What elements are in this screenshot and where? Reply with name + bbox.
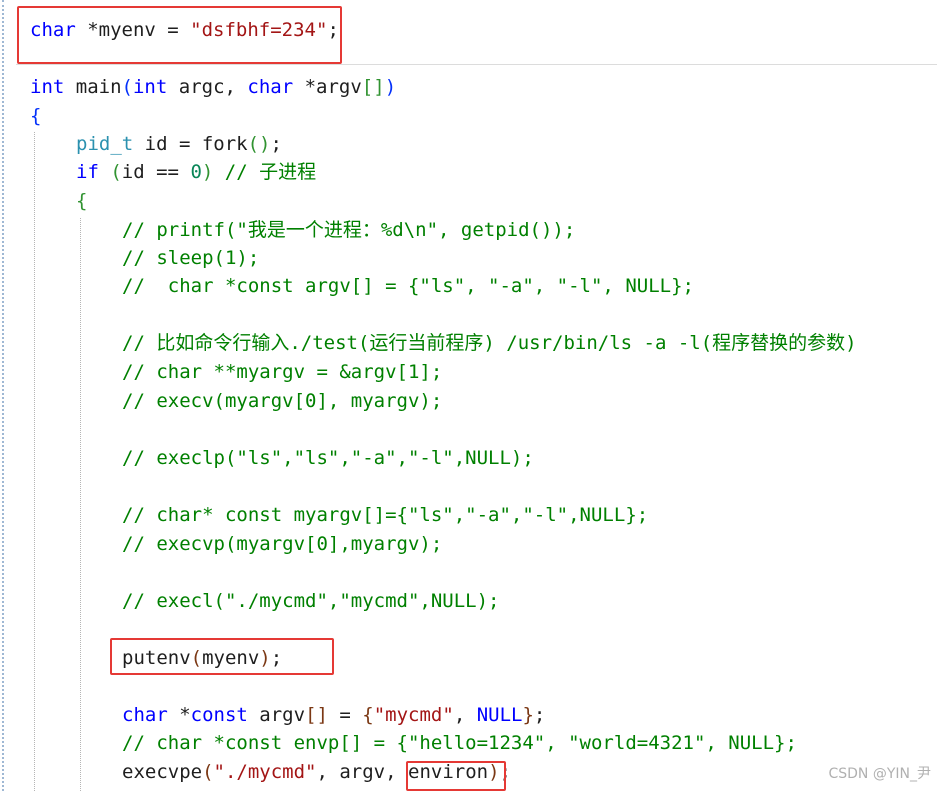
number-literal: 0 bbox=[190, 161, 202, 183]
code-editor[interactable]: char *myenv = "dsfbhf=234"; int main(int… bbox=[0, 0, 937, 791]
comment-line: // sleep(1); bbox=[122, 247, 260, 269]
code-text: , bbox=[453, 704, 477, 726]
type-name: pid_t bbox=[76, 133, 134, 155]
string-literal: "mycmd" bbox=[373, 704, 454, 726]
comment-line: // char* const myargv[]={"ls","-a","-l",… bbox=[122, 504, 649, 526]
code-line: char *const argv[] = {"mycmd", NULL}; bbox=[122, 701, 545, 729]
code-text: = bbox=[327, 704, 363, 726]
editor-gutter bbox=[2, 0, 8, 791]
brace: { bbox=[30, 105, 42, 127]
comment-line: // printf("我是一个进程：%d\n", getpid()); bbox=[122, 219, 576, 241]
brace: { bbox=[76, 190, 88, 212]
code-line: int main(int argc, char *argv[]) bbox=[30, 73, 396, 101]
code-text: ; bbox=[270, 133, 282, 155]
code-line: pid_t id = fork(); bbox=[76, 130, 282, 158]
comment-line: // execv(myargv[0], myargv); bbox=[122, 390, 443, 412]
code-text: id = fork bbox=[133, 133, 248, 155]
brace: } bbox=[522, 704, 534, 726]
code-text: main bbox=[64, 76, 122, 98]
string-literal: "./mycmd" bbox=[213, 761, 317, 783]
code-text: argc, bbox=[167, 76, 248, 98]
code-text: argv bbox=[247, 704, 306, 726]
code-text: ; bbox=[533, 704, 546, 726]
keyword: int bbox=[132, 76, 168, 98]
comment-line: // execlp("ls","ls","-a","-l",NULL); bbox=[122, 447, 534, 469]
comment-line: // char **myargv = &argv[1]; bbox=[122, 361, 443, 383]
comment-line: // char *const argv[] = {"ls", "-a", "-l… bbox=[122, 275, 694, 297]
indent-guide bbox=[80, 218, 81, 791]
code-text: , argv, bbox=[316, 761, 408, 783]
paren: ) bbox=[201, 161, 214, 183]
code-line: if (id == 0) // 子进程 bbox=[76, 158, 316, 186]
paren: ( bbox=[110, 161, 122, 183]
keyword: const bbox=[190, 704, 248, 726]
code-line: { bbox=[76, 187, 87, 215]
paren: ) bbox=[384, 76, 397, 98]
comment: // 子进程 bbox=[213, 161, 317, 183]
comment-line: // execl("./mycmd","mycmd",NULL); bbox=[122, 590, 500, 612]
keyword: int bbox=[30, 76, 65, 98]
highlight-box-environ bbox=[406, 761, 506, 791]
separator-line bbox=[16, 64, 937, 65]
comment-line: // execvp(myargv[0],myargv); bbox=[122, 533, 443, 555]
keyword: if bbox=[76, 161, 99, 183]
bracket: [] bbox=[361, 76, 385, 98]
paren: ( bbox=[121, 76, 133, 98]
keyword: char bbox=[247, 76, 294, 98]
keyword: char bbox=[122, 704, 168, 726]
paren: ( bbox=[202, 761, 214, 783]
code-text: *argv bbox=[293, 76, 362, 98]
brace: { bbox=[362, 704, 374, 726]
comment-line: // 比如命令行输入./test(运行当前程序) /usr/bin/ls -a … bbox=[122, 332, 857, 354]
comment-line: // char *const envp[] = {"hello=1234", "… bbox=[122, 732, 797, 754]
function-name: execvpe bbox=[122, 761, 203, 783]
paren: () bbox=[247, 133, 271, 155]
keyword: NULL bbox=[476, 704, 523, 726]
indent-guide bbox=[34, 132, 35, 791]
bracket: [] bbox=[305, 704, 328, 726]
watermark: CSDN @YIN_尹 bbox=[828, 766, 931, 782]
code-line: { bbox=[30, 102, 41, 130]
code-text: id == bbox=[121, 161, 191, 183]
highlight-box-putenv bbox=[110, 638, 334, 675]
code-text: * bbox=[167, 704, 191, 726]
highlight-box-myenv-decl bbox=[17, 6, 342, 64]
